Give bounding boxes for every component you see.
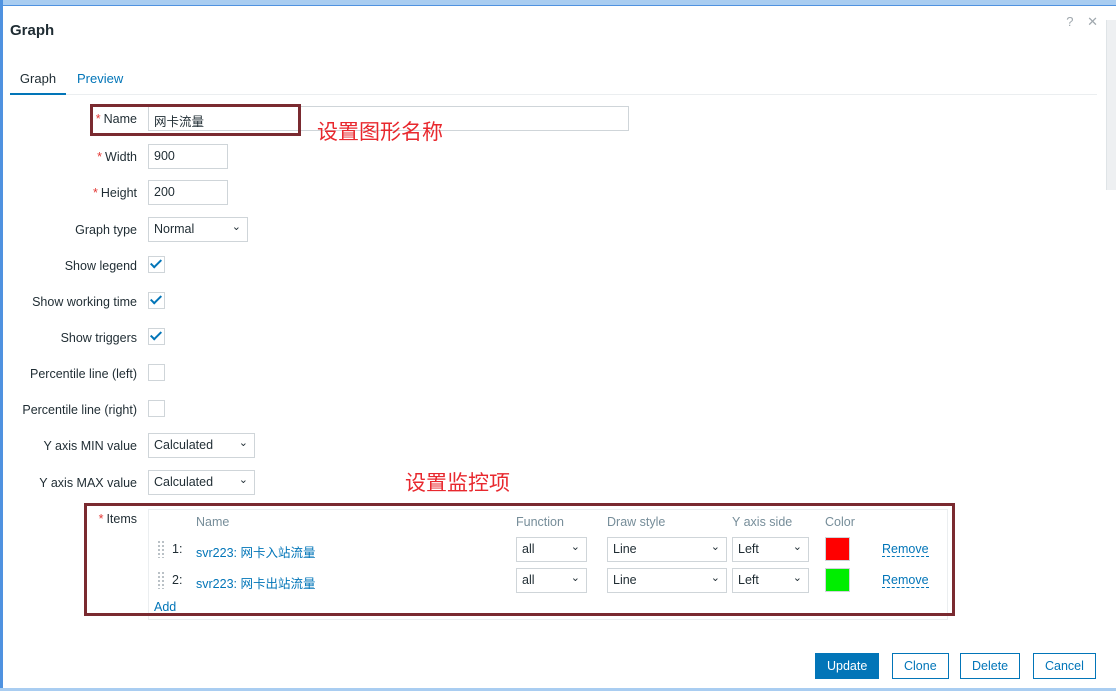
percentile-right-label: Percentile line (right) [22,403,137,417]
y-max-label: Y axis MAX value [39,476,137,490]
dialog-title: Graph [10,22,55,39]
width-label: * Width [97,150,137,164]
check-icon [149,292,163,305]
percentile-left-checkbox[interactable] [148,364,165,381]
tab-preview[interactable]: Preview [77,71,123,86]
close-icon[interactable]: ✕ [1087,14,1098,29]
scrollbar[interactable] [1106,20,1116,190]
graph-type-select[interactable]: Normal ⌄ [148,217,248,242]
y-max-select[interactable]: Calculated ⌄ [148,470,255,495]
tab-graph[interactable]: Graph [10,71,66,95]
show-triggers-checkbox[interactable] [148,328,165,345]
chevron-down-icon: ⌄ [231,221,241,233]
show-triggers-label: Show triggers [60,331,137,345]
help-icon[interactable]: ? [1066,14,1073,29]
percentile-left-label: Percentile line (left) [30,367,137,381]
check-icon [149,256,163,269]
chevron-down-icon: ⌄ [238,474,248,486]
cancel-button[interactable]: Cancel [1033,653,1096,679]
dialog-header-icons: ? ✕ [1056,14,1098,30]
height-input[interactable]: 200 [148,180,228,205]
graph-type-label: Graph type [75,223,137,237]
check-icon [149,328,163,341]
show-legend-checkbox[interactable] [148,256,165,273]
annotation-items-note: 设置监控项 [405,471,510,495]
chevron-down-icon: ⌄ [238,437,248,449]
show-working-time-checkbox[interactable] [148,292,165,309]
y-min-label: Y axis MIN value [43,439,137,453]
window-top-border [0,0,1116,6]
show-legend-label: Show legend [64,259,137,273]
delete-button[interactable]: Delete [960,653,1021,679]
required-asterisk: * [97,150,103,164]
width-input[interactable]: 900 [148,144,228,169]
tab-bar: Graph Preview [10,66,1097,95]
window-left-border [0,0,3,691]
annotation-name-note: 设置图形名称 [317,120,443,144]
height-label: * Height [92,186,137,200]
y-min-select[interactable]: Calculated ⌄ [148,433,255,458]
required-asterisk: * [92,186,98,200]
percentile-right-checkbox[interactable] [148,400,165,417]
clone-button[interactable]: Clone [892,653,949,679]
update-button[interactable]: Update [815,653,880,679]
annotation-box-items [84,503,955,616]
show-working-time-label: Show working time [32,295,137,309]
annotation-box-name [90,104,301,136]
